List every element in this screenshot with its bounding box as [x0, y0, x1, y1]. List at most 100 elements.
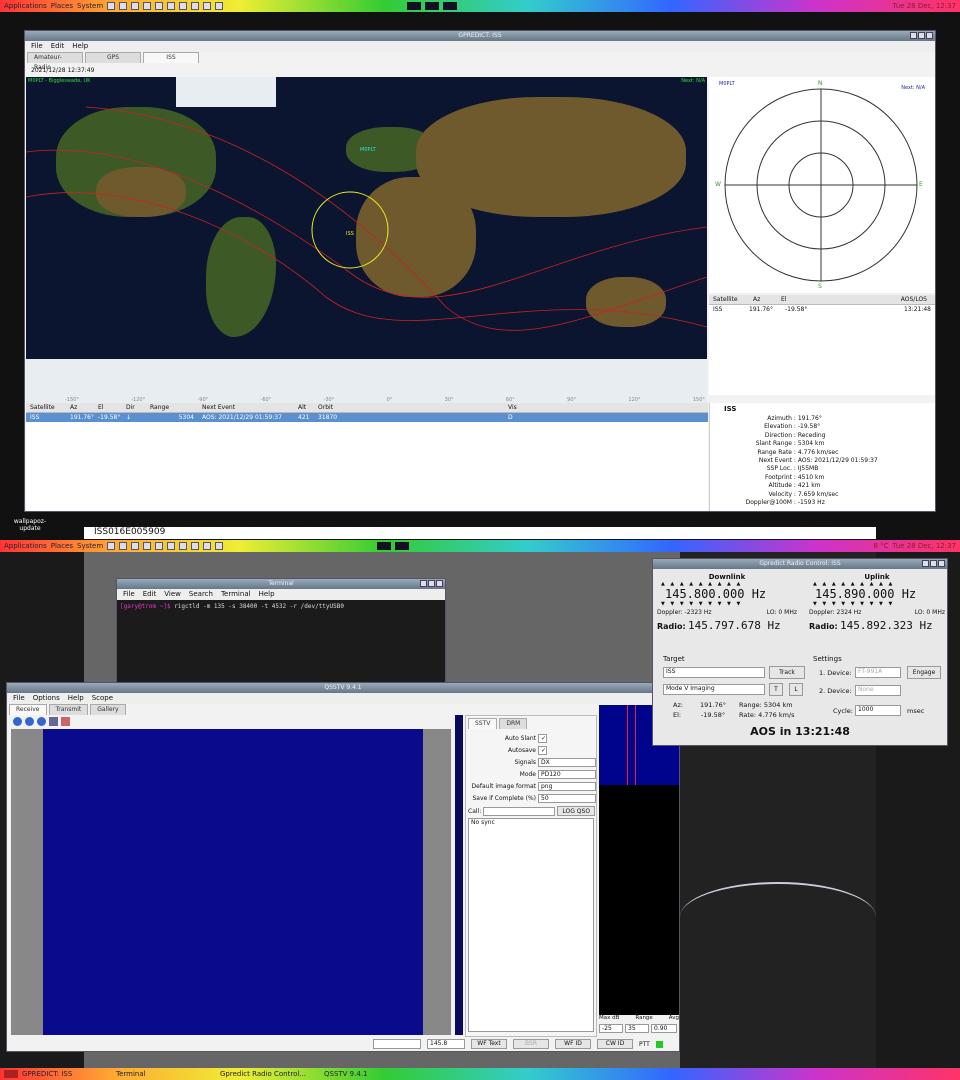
avg-spin[interactable]: 0.90 — [651, 1024, 677, 1033]
setting-control[interactable]: ✓ — [538, 745, 547, 755]
launcher-icon[interactable] — [167, 542, 176, 550]
range-spin[interactable]: 35 — [625, 1024, 649, 1033]
transponder-select[interactable]: Mode V Imaging — [663, 684, 765, 695]
device1-select[interactable]: FT-991A — [855, 667, 901, 678]
desktop-icon[interactable]: wallpapoz-update — [8, 518, 52, 532]
l-button[interactable]: L — [789, 683, 803, 696]
menu-options[interactable]: Options — [33, 693, 60, 704]
col-header[interactable]: Vis — [504, 403, 517, 412]
device2-select[interactable]: None — [855, 685, 901, 696]
satellite-marker[interactable]: ISS — [346, 231, 354, 237]
world-map[interactable]: M0PLT - Biggleswade, UK Next: N/A M0PLT … — [26, 77, 707, 403]
setting-control[interactable]: PD120 — [538, 769, 596, 779]
wf-text-button[interactable]: WF Text — [471, 1039, 507, 1049]
launcher-icon[interactable] — [131, 542, 140, 550]
bsr-button[interactable]: BSR — [513, 1039, 549, 1049]
launcher-icon[interactable] — [191, 542, 200, 550]
system-menu[interactable]: System — [77, 542, 103, 550]
close-icon[interactable] — [926, 32, 933, 39]
maximize-icon[interactable] — [918, 32, 925, 39]
launcher-icon[interactable] — [215, 542, 224, 550]
track-button[interactable]: Track — [769, 666, 805, 679]
vu-meter[interactable] — [455, 715, 463, 1035]
launcher-icon[interactable] — [203, 2, 212, 10]
col-header[interactable]: Satellite — [709, 295, 749, 304]
menu-file[interactable]: File — [13, 693, 25, 704]
launcher-icon[interactable] — [179, 542, 188, 550]
tab-sstv[interactable]: SSTV — [468, 718, 498, 729]
rx-image[interactable] — [43, 729, 423, 1035]
col-header[interactable]: El — [94, 403, 122, 412]
erase-icon[interactable] — [61, 717, 70, 726]
minimize-icon[interactable] — [910, 32, 917, 39]
setting-control[interactable]: png — [538, 781, 596, 791]
launcher-icon[interactable] — [167, 2, 176, 10]
col-header[interactable]: Range — [146, 403, 198, 412]
save-icon[interactable] — [49, 717, 58, 726]
clock[interactable]: Tue 28 Dec, 12:37 — [893, 542, 956, 550]
col-header[interactable]: Dir — [122, 403, 146, 412]
terminal-output[interactable]: [gary@trom ~]$ rigctld -m 135 -s 38400 -… — [117, 600, 445, 613]
launcher-icon[interactable] — [119, 542, 128, 550]
menu-help[interactable]: Help — [259, 589, 275, 600]
launcher-icon[interactable] — [155, 2, 164, 10]
col-header[interactable]: Az — [66, 403, 94, 412]
taskbar-item[interactable]: GPREDICT: ISS — [22, 1070, 112, 1078]
freq-select[interactable]: 145.8 — [427, 1039, 465, 1049]
table-row[interactable]: ISS 191.76° -19.58° 13:21:48 — [709, 305, 935, 314]
col-header[interactable]: Satellite — [26, 403, 66, 412]
log-qso-button[interactable]: LOG QSO — [557, 806, 596, 816]
polar-view[interactable]: M0PLT Next: N/A N S E W — [709, 77, 935, 293]
start-icon[interactable] — [13, 717, 22, 726]
launcher-icon[interactable] — [131, 2, 140, 10]
tab-drm[interactable]: DRM — [499, 718, 528, 729]
apps-menu[interactable]: Applications — [4, 2, 47, 10]
launcher-icon[interactable] — [155, 542, 164, 550]
setting-control[interactable]: DX — [538, 757, 596, 767]
close-icon[interactable] — [938, 560, 945, 567]
window-titlebar[interactable]: GPREDICT: ISS — [25, 31, 935, 41]
maximize-icon[interactable] — [930, 560, 937, 567]
tab-iss[interactable]: ISS — [143, 52, 199, 63]
cycle-spin[interactable]: 1000 — [855, 705, 901, 716]
menu-edit[interactable]: Edit — [51, 41, 65, 52]
minimize-icon[interactable] — [922, 560, 929, 567]
col-header[interactable]: AOS/LOS — [877, 295, 927, 304]
menu-view[interactable]: View — [164, 589, 181, 600]
menu-help[interactable]: Help — [68, 693, 84, 704]
uplink-freq[interactable]: 145.890.000 Hz — [809, 587, 945, 601]
downlink-freq[interactable]: 145.800.000 Hz — [657, 587, 797, 601]
system-menu[interactable]: System — [77, 2, 103, 10]
apps-menu[interactable]: Applications — [4, 542, 47, 550]
menu-scope[interactable]: Scope — [92, 693, 113, 704]
col-header[interactable]: Az — [749, 295, 777, 304]
launcher-icon[interactable] — [215, 2, 224, 10]
col-header[interactable]: Orbit — [314, 403, 504, 412]
menu-edit[interactable]: Edit — [143, 589, 157, 600]
col-header[interactable]: Next Event — [198, 403, 294, 412]
launcher-icon[interactable] — [107, 2, 116, 10]
taskbar-item[interactable]: QSSTV 9.4.1 — [324, 1070, 414, 1078]
setting-control[interactable]: ✓ — [538, 733, 547, 743]
show-desktop-icon[interactable] — [4, 1070, 18, 1078]
tab-gps[interactable]: GPS — [85, 52, 141, 63]
launcher-icon[interactable] — [191, 2, 200, 10]
stop-icon[interactable] — [25, 717, 34, 726]
tab-gallery[interactable]: Gallery — [90, 704, 126, 715]
cw-id-button[interactable]: CW ID — [597, 1039, 633, 1049]
window-titlebar[interactable]: Terminal — [117, 579, 445, 589]
places-menu[interactable]: Places — [51, 542, 73, 550]
tab-amateur-radio[interactable]: Amateur-Radio — [27, 52, 83, 71]
table-row[interactable]: ISS 191.76° -19.58° ↓ 5304 AOS: 2021/12/29 01… — [26, 413, 708, 422]
close-icon[interactable] — [436, 580, 443, 587]
tab-transmit[interactable]: Transmit — [48, 704, 89, 715]
menu-terminal[interactable]: Terminal — [221, 589, 251, 600]
taskbar-item[interactable]: Gpredict Radio Control... — [220, 1070, 320, 1078]
col-header[interactable]: Alt — [294, 403, 314, 412]
launcher-icon[interactable] — [143, 2, 152, 10]
max-db-spin[interactable]: -25 — [599, 1024, 623, 1033]
weather[interactable]: 8 °C — [873, 542, 888, 550]
window-titlebar[interactable]: QSSTV 9.4.1 — [7, 683, 679, 693]
menu-file[interactable]: File — [123, 589, 135, 600]
minimize-icon[interactable] — [420, 580, 427, 587]
